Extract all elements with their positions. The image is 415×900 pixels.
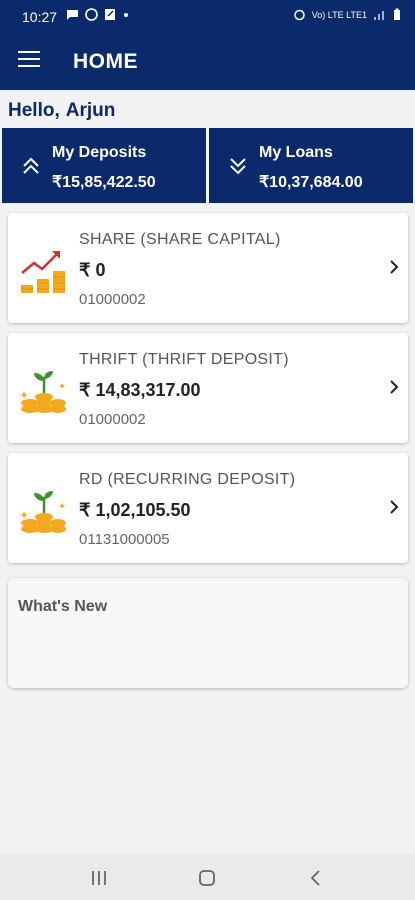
system-nav-bar bbox=[0, 853, 415, 900]
status-time: 10:27 bbox=[22, 9, 58, 25]
my-deposits-label: My Deposits bbox=[52, 144, 147, 161]
account-title: SHARE (SHARE CAPITAL) bbox=[79, 231, 281, 248]
whats-new-panel: What's New bbox=[8, 578, 408, 688]
chevron-right-icon bbox=[390, 260, 399, 274]
greeting-hello: Hello, bbox=[8, 100, 60, 121]
alarm-icon bbox=[294, 9, 305, 21]
whatsapp-icon bbox=[85, 8, 98, 21]
greeting: Hello, Arjun bbox=[8, 100, 115, 122]
battery-icon bbox=[394, 8, 400, 20]
home-icon[interactable] bbox=[196, 867, 218, 889]
savings-plant-icon bbox=[20, 491, 66, 533]
status-bar: 10:27 Vo) LTE LTE1 bbox=[0, 0, 415, 33]
account-number: 01000002 bbox=[79, 411, 146, 428]
my-loans-tile[interactable]: My Loans ₹10,37,684.00 bbox=[209, 128, 413, 203]
page-title: HOME bbox=[73, 50, 138, 73]
recent-apps-icon[interactable] bbox=[88, 867, 110, 889]
double-chevron-up-icon bbox=[23, 157, 39, 174]
account-card-share[interactable]: SHARE (SHARE CAPITAL) ₹ 0 01000002 bbox=[8, 213, 408, 323]
message-icon bbox=[67, 9, 78, 20]
account-number: 01000002 bbox=[79, 291, 146, 308]
account-title: THRIFT (THRIFT DEPOSIT) bbox=[79, 351, 289, 368]
my-loans-label: My Loans bbox=[259, 144, 333, 161]
whats-new-title: What's New bbox=[18, 598, 108, 615]
account-amount: ₹ 1,02,105.50 bbox=[79, 500, 191, 520]
greeting-name: Arjun bbox=[65, 100, 116, 121]
network-label: Vo) LTE LTE1 bbox=[311, 9, 367, 20]
account-card-rd[interactable]: RD (RECURRING DEPOSIT) ₹ 1,02,105.50 011… bbox=[8, 453, 408, 563]
my-deposits-tile[interactable]: My Deposits ₹15,85,422.50 bbox=[2, 128, 206, 203]
double-chevron-down-icon bbox=[230, 158, 246, 175]
account-number: 01131000005 bbox=[79, 531, 170, 548]
notification-icons bbox=[66, 8, 129, 21]
account-card-thrift[interactable]: THRIFT (THRIFT DEPOSIT) ₹ 14,83,317.00 0… bbox=[8, 333, 408, 443]
chevron-right-icon bbox=[390, 380, 399, 394]
account-title: RD (RECURRING DEPOSIT) bbox=[79, 471, 296, 488]
app-bar: HOME bbox=[0, 33, 415, 90]
edit-icon bbox=[105, 9, 115, 20]
my-deposits-amount: ₹15,85,422.50 bbox=[52, 174, 156, 191]
back-icon[interactable] bbox=[305, 867, 327, 889]
account-amount: ₹ 14,83,317.00 bbox=[79, 380, 201, 400]
chevron-right-icon bbox=[390, 500, 399, 514]
account-amount: ₹ 0 bbox=[79, 260, 106, 280]
signal-icon bbox=[374, 10, 384, 20]
dot-icon bbox=[124, 12, 128, 17]
menu-icon[interactable] bbox=[18, 51, 40, 71]
growth-chart-icon bbox=[21, 251, 65, 293]
system-indicators: Vo) LTE LTE1 bbox=[293, 8, 401, 21]
my-loans-amount: ₹10,37,684.00 bbox=[259, 174, 363, 191]
savings-plant-icon bbox=[20, 371, 66, 413]
